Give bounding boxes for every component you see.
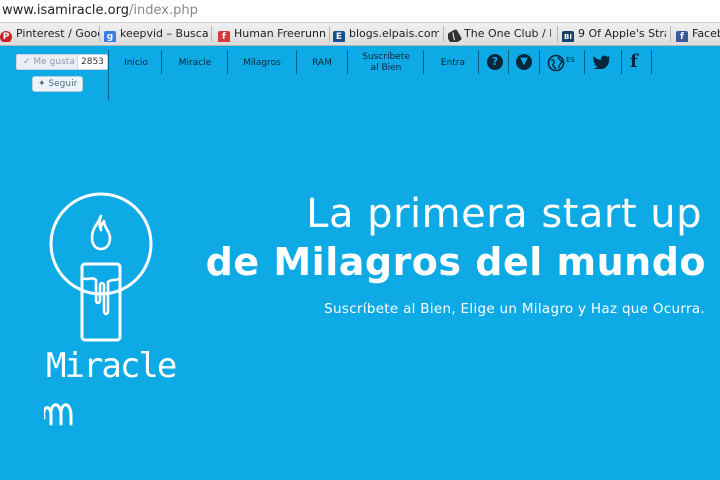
nav-inicio[interactable]: Inicio bbox=[118, 58, 154, 69]
bookmark-facebook[interactable]: fFacebo bbox=[676, 26, 720, 42]
help-icon[interactable]: ? bbox=[487, 54, 503, 70]
facebook-icon[interactable]: f bbox=[630, 51, 638, 72]
bookmark-apple-strange[interactable]: BI9 Of Apple's Strange bbox=[562, 26, 666, 42]
hero-headline-line-2: de Milagros del mundo bbox=[205, 240, 706, 284]
site-content: ✓ Me gusta 2853 ✦ Seguir Inicio Miracle … bbox=[0, 46, 720, 480]
nav-divider bbox=[651, 50, 652, 74]
bookmark-human-freerunning[interactable]: fHuman Freerunning bbox=[218, 26, 326, 42]
nav-divider bbox=[621, 50, 622, 74]
bookmark-one-club[interactable]: /The One Club / Best bbox=[448, 26, 551, 42]
nav-suscribete[interactable]: Suscríbete al Bien bbox=[356, 52, 416, 74]
facebook-icon: f bbox=[676, 31, 688, 42]
nav-divider bbox=[347, 50, 348, 74]
nav-divider bbox=[296, 50, 297, 74]
nav-ram[interactable]: RAM bbox=[306, 58, 338, 69]
nav-divider bbox=[227, 50, 228, 74]
bookmark-pinterest[interactable]: PPinterest / Goodies bbox=[0, 26, 100, 42]
address-bar[interactable]: www.isamiracle.org/index.php bbox=[0, 0, 720, 23]
hero-subline: Suscríbete al Bien, Elige un Milagro y H… bbox=[324, 301, 705, 317]
twitter-bird-icon: ✦ bbox=[38, 79, 46, 89]
miracle-logo-text: Miracle bbox=[46, 346, 177, 386]
elpais-icon: E bbox=[333, 31, 345, 42]
hero-headline-line-1: La primera start up bbox=[306, 191, 702, 237]
nav-divider bbox=[584, 50, 585, 74]
twitter-icon[interactable] bbox=[593, 55, 611, 69]
pinterest-icon: P bbox=[0, 31, 12, 42]
bookmark-elpais[interactable]: Eblogs.elpais.com/es bbox=[333, 26, 439, 42]
twitter-follow-button[interactable]: ✦ Seguir bbox=[32, 76, 84, 92]
site-navbar: ✓ Me gusta 2853 ✦ Seguir Inicio Miracle … bbox=[0, 46, 720, 100]
nav-divider bbox=[478, 50, 479, 74]
pen-icon: / bbox=[448, 28, 463, 42]
language-label[interactable]: ES bbox=[566, 55, 575, 66]
nav-divider bbox=[161, 50, 162, 74]
nav-divider bbox=[108, 50, 109, 100]
nav-divider bbox=[539, 50, 540, 74]
facebook-like-button[interactable]: ✓ Me gusta bbox=[16, 54, 82, 70]
bookmark-keepvid[interactable]: gkeepvid – Buscar co bbox=[104, 26, 208, 42]
shirt-icon[interactable]: ▼ bbox=[516, 54, 532, 70]
miracle-logo bbox=[44, 192, 153, 426]
bookmarks-bar: PPinterest / Goodies gkeepvid – Buscar c… bbox=[0, 23, 720, 46]
nav-divider bbox=[423, 50, 424, 74]
f-icon: f bbox=[218, 31, 230, 42]
nav-miracle[interactable]: Miracle bbox=[172, 58, 218, 69]
url-text[interactable]: www.isamiracle.org/index.php bbox=[2, 3, 198, 18]
nav-divider bbox=[508, 50, 509, 74]
nav-milagros[interactable]: Milagros bbox=[237, 58, 287, 69]
google-icon: g bbox=[104, 31, 116, 42]
nav-entra[interactable]: Entra bbox=[434, 58, 472, 69]
globe-icon[interactable] bbox=[547, 54, 565, 72]
bi-icon: BI bbox=[562, 31, 574, 42]
facebook-like-count: 2853 bbox=[77, 54, 108, 70]
